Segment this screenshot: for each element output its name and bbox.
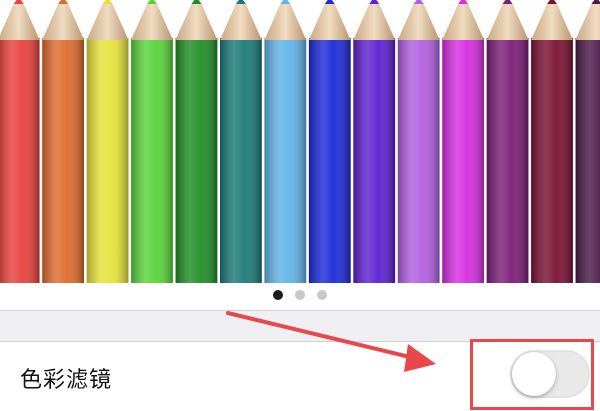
pencil-shading <box>175 38 218 283</box>
pencil-wood-tip <box>575 4 600 40</box>
pencil-lead <box>591 0 600 4</box>
pencil-wood-tip <box>0 4 40 40</box>
pencil-wood-tip <box>220 4 262 40</box>
pencil-wood-tip <box>42 4 84 40</box>
pencil-shading <box>86 38 129 283</box>
pencil-shading <box>308 38 351 283</box>
pencil-lead <box>191 0 202 4</box>
pencil-shading <box>264 38 307 283</box>
pencil-lead <box>146 0 158 4</box>
pencil-wood-tip <box>175 4 218 40</box>
toggle-highlight-box <box>470 339 594 410</box>
page-dot-1[interactable] <box>273 290 283 300</box>
pencil-lead <box>13 0 24 4</box>
pencil-wood-tip <box>308 4 351 40</box>
pencil-lead <box>58 0 69 4</box>
page-indicator[interactable] <box>0 288 600 302</box>
pencil-shading <box>575 38 600 283</box>
pencil-shading <box>0 38 40 283</box>
pencil-shading <box>131 38 173 283</box>
section-divider <box>0 310 600 311</box>
pencil-shading <box>442 38 484 283</box>
pencil-shading <box>531 38 573 283</box>
color-filter-preview-carousel[interactable] <box>0 0 600 310</box>
pencil-wood-tip <box>397 4 440 40</box>
pencil-shading <box>353 38 396 283</box>
pencil-lead <box>235 0 246 4</box>
pencil-lead <box>324 0 335 4</box>
pencil-lead <box>502 0 513 4</box>
pencil-lead <box>413 0 424 4</box>
pencil-lead <box>280 0 291 4</box>
pencil-wood-tip <box>131 4 173 40</box>
pencil-lead <box>458 0 469 4</box>
colored-pencils-image <box>0 0 600 283</box>
pencil-wood-tip <box>86 4 129 40</box>
pencil-shading <box>42 38 84 283</box>
pencil-wood-tip <box>264 4 307 40</box>
pencil-shading <box>397 38 440 283</box>
pencil-wood-tip <box>486 4 529 40</box>
pencil-wood-tip <box>531 4 573 40</box>
settings-page: 色彩滤镜 <box>0 0 600 411</box>
page-dot-2[interactable] <box>295 290 305 300</box>
pencil-lead <box>546 0 558 4</box>
pencil-wood-tip <box>442 4 484 40</box>
pencil-lead <box>369 0 380 4</box>
color-filter-label: 色彩滤镜 <box>20 368 113 393</box>
pencil-shading <box>486 38 529 283</box>
pencil-wood-tip <box>353 4 396 40</box>
pencil-shading <box>220 38 262 283</box>
pencil-lead <box>102 0 113 4</box>
page-dot-3[interactable] <box>317 290 327 300</box>
